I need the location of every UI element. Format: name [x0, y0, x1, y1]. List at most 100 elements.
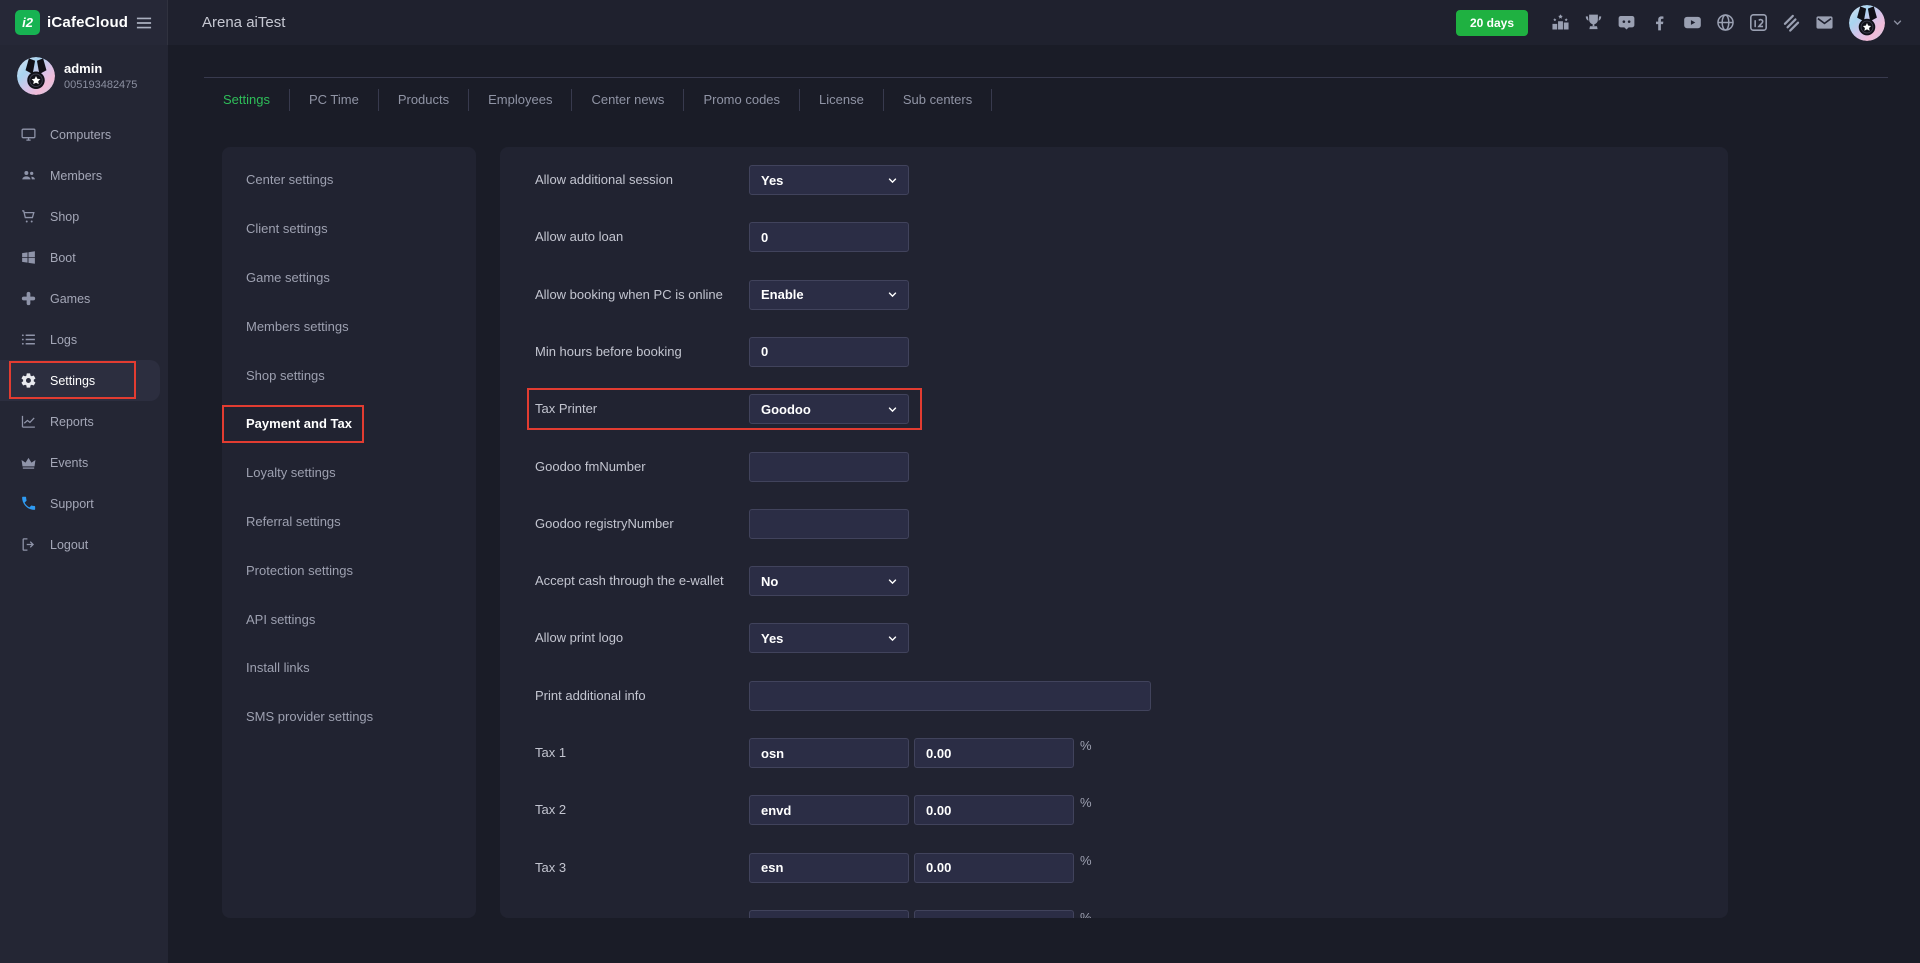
facebook-icon[interactable] — [1649, 12, 1670, 33]
tab-pc-time[interactable]: PC Time — [290, 89, 379, 111]
percent-label: % — [1080, 908, 1092, 918]
layers-icon[interactable] — [1781, 12, 1802, 33]
field-label: Allow print logo — [535, 623, 623, 653]
sidebar-item-members[interactable]: Members — [0, 155, 168, 196]
monitor-icon — [20, 126, 37, 143]
app-logo[interactable]: i2 iCafeCloud — [15, 10, 128, 35]
icafecloud-icon[interactable] — [1748, 12, 1769, 33]
accept-cash-through-the-e-wallet-select[interactable]: No — [749, 566, 909, 596]
goodoo-registrynumber-input[interactable] — [749, 509, 909, 539]
sidebar-item-boot[interactable]: Boot — [0, 237, 168, 278]
form-row-tax-3: Tax 3% — [535, 853, 1708, 883]
settings-nav-protection-settings[interactable]: Protection settings — [222, 546, 476, 595]
tab-products[interactable]: Products — [379, 89, 469, 111]
logout-icon — [20, 536, 37, 553]
settings-nav-sms-provider-settings[interactable]: SMS provider settings — [222, 692, 476, 741]
license-days-badge[interactable]: 20 days — [1456, 10, 1528, 36]
print-additional-info-input[interactable] — [749, 681, 1151, 711]
ranking-icon[interactable] — [1550, 12, 1571, 33]
form-row-tax-printer: Tax Printer Goodoo — [535, 394, 1708, 424]
tax-printer-select[interactable]: Goodoo — [749, 394, 909, 424]
tax-rate-input[interactable] — [914, 910, 1074, 918]
user-avatar[interactable] — [1849, 5, 1885, 41]
goodoo-fmnumber-input[interactable] — [749, 452, 909, 482]
sidebar-item-label: Reports — [50, 415, 94, 429]
field-label: Tax 3 — [535, 853, 566, 883]
youtube-icon[interactable] — [1682, 12, 1703, 33]
form-row-tax-2: Tax 2% — [535, 795, 1708, 825]
sidebar-item-logs[interactable]: Logs — [0, 319, 168, 360]
settings-nav-game-settings[interactable]: Game settings — [222, 253, 476, 302]
settings-nav-loyalty-settings[interactable]: Loyalty settings — [222, 448, 476, 497]
form-row-allow-booking-when-pc-is-online: Allow booking when PC is onlineEnable — [535, 280, 1708, 310]
sidebar-item-reports[interactable]: Reports — [0, 401, 168, 442]
settings-nav-api-settings[interactable]: API settings — [222, 595, 476, 644]
sidebar-item-support[interactable]: Support — [0, 483, 168, 524]
tax-name-input[interactable] — [749, 910, 909, 918]
topbar-right-section: 20 days — [1456, 5, 1920, 41]
app-logo-text: iCafeCloud — [47, 14, 128, 31]
gear-icon — [20, 372, 37, 389]
field-label: Min hours before booking — [535, 337, 682, 367]
tab-license[interactable]: License — [800, 89, 884, 111]
discord-icon[interactable] — [1616, 12, 1637, 33]
sidebar-item-logout[interactable]: Logout — [0, 524, 168, 565]
tab-center-news[interactable]: Center news — [572, 89, 684, 111]
sidebar-item-label: Computers — [50, 128, 111, 142]
form-row-goodoo-registrynumber: Goodoo registryNumber — [535, 509, 1708, 539]
windows-icon — [20, 249, 37, 266]
sidebar-item-computers[interactable]: Computers — [0, 114, 168, 155]
tax-1-name-input[interactable] — [749, 738, 909, 768]
tab-promo-codes[interactable]: Promo codes — [684, 89, 800, 111]
tax-1-rate-input[interactable] — [914, 738, 1074, 768]
gamepad-icon — [20, 290, 37, 307]
sidebar-user-id: 005193482475 — [64, 79, 137, 91]
tax-3-name-input[interactable] — [749, 853, 909, 883]
sidebar-item-settings[interactable]: Settings — [0, 360, 160, 401]
settings-nav-install-links[interactable]: Install links — [222, 644, 476, 693]
sidebar-menu: Computers MembersShopBootGamesLogs Setting… — [0, 114, 168, 565]
settings-nav-center-settings[interactable]: Center settings — [222, 156, 476, 205]
percent-label: % — [1080, 793, 1092, 813]
form-row-accept-cash-through-the-e-wallet: Accept cash through the e-wallet No — [535, 566, 1708, 596]
settings-nav-referral-settings[interactable]: Referral settings — [222, 497, 476, 546]
tab-employees[interactable]: Employees — [469, 89, 572, 111]
settings-nav-members-settings[interactable]: Members settings — [222, 302, 476, 351]
form-row-allow-print-logo: Allow print logo Yes — [535, 623, 1708, 653]
sidebar-item-label: Settings — [50, 374, 95, 388]
min-hours-before-booking-input[interactable] — [749, 337, 909, 367]
allow-print-logo-select[interactable]: Yes — [749, 623, 909, 653]
sidebar-user-name: admin — [64, 61, 137, 76]
form-row-allow-additional-session: Allow additional sessionYes — [535, 165, 1708, 195]
settings-nav-client-settings[interactable]: Client settings — [222, 204, 476, 253]
icafecloud-app: i2 iCafeCloud Arena aiTest 20 days admin… — [0, 0, 1920, 963]
allow-auto-loan-input[interactable] — [749, 222, 909, 252]
sidebar-item-events[interactable]: Events — [0, 442, 168, 483]
page-title: Arena aiTest — [202, 14, 285, 31]
tax-2-rate-input[interactable] — [914, 795, 1074, 825]
sidebar-item-games[interactable]: Games — [0, 278, 168, 319]
chevron-down-icon — [886, 174, 899, 187]
tab-sub-centers[interactable]: Sub centers — [884, 89, 992, 111]
sidebar-user-block[interactable]: admin 005193482475 — [0, 45, 168, 95]
settings-nav-payment-and-tax[interactable]: Payment and Tax — [222, 400, 476, 449]
globe-icon[interactable] — [1715, 12, 1736, 33]
tax-2-name-input[interactable] — [749, 795, 909, 825]
chevron-down-icon[interactable] — [1891, 16, 1904, 29]
hamburger-icon[interactable] — [134, 13, 154, 33]
tab-settings[interactable]: Settings — [204, 89, 290, 111]
mail-icon[interactable] — [1814, 12, 1835, 33]
form-row-print-additional-info: Print additional info — [535, 681, 1708, 711]
phone-icon — [20, 495, 37, 512]
field-label: Tax Printer — [535, 394, 597, 424]
allow-additional-session-select[interactable]: Yes — [749, 165, 909, 195]
payment-and-tax-form: Allow additional sessionYesAllow auto lo… — [500, 147, 1728, 918]
field-label: Accept cash through the e-wallet — [535, 566, 724, 596]
settings-nav-shop-settings[interactable]: Shop settings — [222, 351, 476, 400]
trophy-icon[interactable] — [1583, 12, 1604, 33]
sidebar-item-shop[interactable]: Shop — [0, 196, 168, 237]
select-value: Goodoo — [761, 402, 811, 417]
tax-3-rate-input[interactable] — [914, 853, 1074, 883]
select-value: Enable — [761, 287, 804, 302]
allow-booking-when-pc-is-online-select[interactable]: Enable — [749, 280, 909, 310]
